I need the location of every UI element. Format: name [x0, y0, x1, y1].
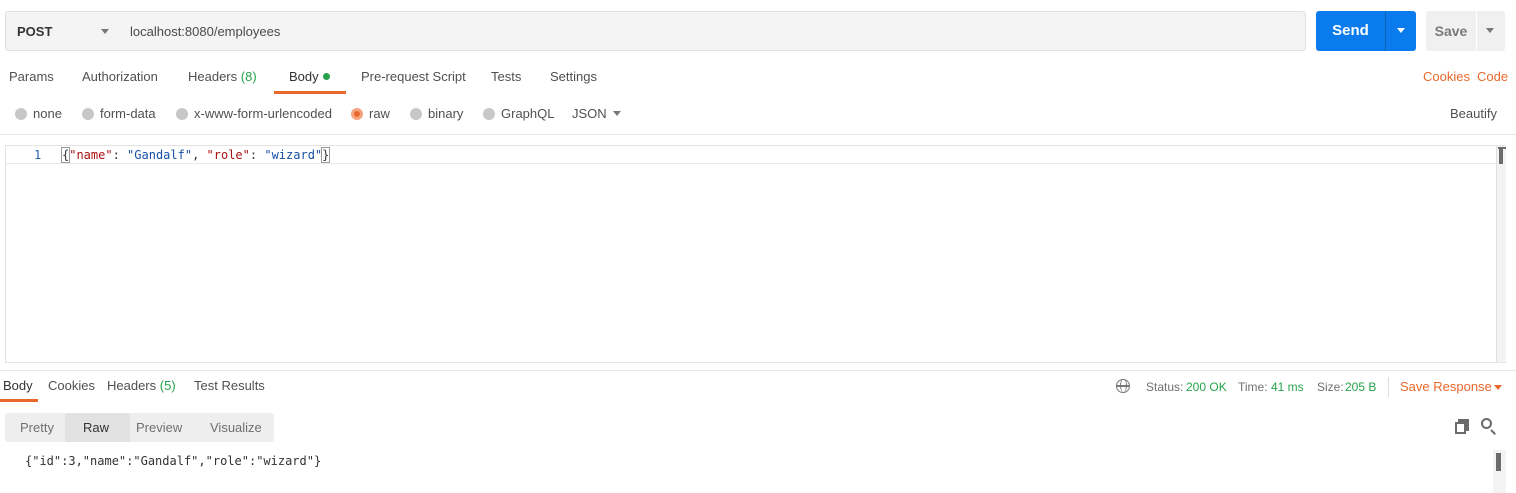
body-type-group: none form-data x-www-form-urlencoded raw…: [0, 106, 1516, 124]
divider: [0, 370, 1516, 371]
view-raw[interactable]: Raw: [83, 420, 109, 435]
response-tab-cookies[interactable]: Cookies: [48, 378, 95, 393]
view-pretty[interactable]: Pretty: [20, 420, 54, 435]
response-body: {"id":3,"name":"Gandalf","role":"wizard"…: [25, 454, 322, 468]
line-number: 1: [34, 148, 42, 162]
radio-raw-label: raw: [369, 106, 390, 121]
view-visualize[interactable]: Visualize: [210, 420, 262, 435]
tab-headers-label: Headers: [188, 69, 238, 84]
tab-tests[interactable]: Tests: [491, 69, 521, 84]
radio-graphql-label: GraphQL: [501, 106, 555, 121]
url-input[interactable]: localhost:8080/employees: [120, 11, 1306, 51]
format-select[interactable]: JSON: [572, 106, 607, 121]
json-value: "Gandalf": [127, 148, 193, 162]
view-mode-bar: Pretty Raw Preview Visualize: [5, 413, 274, 442]
tab-pre-request-script[interactable]: Pre-request Script: [361, 69, 466, 84]
method-select[interactable]: POST: [5, 11, 121, 51]
size-label: Size:: [1317, 380, 1344, 394]
search-icon[interactable]: [1481, 418, 1497, 435]
active-tab-indicator: [274, 91, 346, 94]
radio-form-data-label: form-data: [100, 106, 156, 121]
radio-urlencoded-label: x-www-form-urlencoded: [194, 106, 332, 121]
status-label: Status:: [1146, 380, 1184, 394]
tab-params[interactable]: Params: [9, 69, 54, 84]
response-scrollbar-thumb[interactable]: [1496, 453, 1501, 471]
time-label: Time:: [1238, 380, 1268, 394]
save-dropdown-button[interactable]: [1477, 11, 1505, 51]
active-response-tab-indicator: [0, 399, 38, 402]
tab-authorization[interactable]: Authorization: [82, 69, 158, 84]
time-value[interactable]: 41 ms: [1271, 380, 1304, 394]
tab-settings[interactable]: Settings: [550, 69, 597, 84]
response-tab-headers-label: Headers: [107, 378, 157, 393]
radio-none-label: none: [33, 106, 62, 121]
divider: [1388, 377, 1389, 397]
chevron-down-icon: [1486, 28, 1494, 33]
response-tab-test-results[interactable]: Test Results: [194, 378, 265, 393]
copy-icon[interactable]: [1455, 419, 1469, 434]
json-value: "wizard": [264, 148, 323, 162]
body-indicator-dot: [322, 73, 330, 80]
response-headers-count: (5): [159, 378, 176, 393]
divider: [0, 134, 1516, 135]
size-value[interactable]: 205 B: [1345, 380, 1376, 394]
response-tab-headers[interactable]: Headers (5): [107, 378, 176, 393]
editor-scrollbar[interactable]: [1496, 146, 1506, 362]
tab-body-label: Body: [289, 69, 319, 84]
chevron-down-icon: [101, 29, 109, 34]
method-label: POST: [17, 24, 53, 39]
code-link[interactable]: Code: [1477, 69, 1508, 84]
beautify-link[interactable]: Beautify: [1450, 106, 1497, 121]
radio-binary[interactable]: [410, 108, 422, 120]
response-tab-body[interactable]: Body: [3, 378, 33, 393]
json-key: "name": [69, 148, 113, 162]
radio-form-data[interactable]: [82, 108, 94, 120]
radio-binary-label: binary: [428, 106, 464, 121]
tab-headers[interactable]: Headers (8): [188, 69, 257, 84]
request-body-editor[interactable]: 1 {"name": "Gandalf", "role": "wizard"}: [5, 145, 1506, 363]
headers-count: (8): [240, 69, 257, 84]
send-dropdown-button[interactable]: [1385, 11, 1416, 51]
json-key: "role": [206, 148, 250, 162]
url-value: localhost:8080/employees: [130, 24, 281, 39]
scrollbar-thumb[interactable]: [1499, 148, 1503, 164]
save-button[interactable]: Save: [1426, 11, 1476, 51]
globe-icon[interactable]: [1116, 379, 1130, 393]
view-preview[interactable]: Preview: [136, 420, 182, 435]
radio-none[interactable]: [15, 108, 27, 120]
chevron-down-icon[interactable]: [1494, 385, 1502, 390]
radio-graphql[interactable]: [483, 108, 495, 120]
status-value[interactable]: 200 OK: [1186, 380, 1227, 394]
code-line: {"name": "Gandalf", "role": "wizard"}: [60, 147, 331, 163]
radio-urlencoded[interactable]: [176, 108, 188, 120]
radio-raw[interactable]: [351, 108, 363, 120]
save-response-button[interactable]: Save Response: [1400, 379, 1492, 394]
chevron-down-icon: [1397, 28, 1405, 33]
chevron-down-icon: [613, 111, 621, 116]
send-button[interactable]: Send: [1316, 11, 1385, 51]
tab-body[interactable]: Body: [289, 69, 330, 84]
cookies-link[interactable]: Cookies: [1423, 69, 1470, 84]
